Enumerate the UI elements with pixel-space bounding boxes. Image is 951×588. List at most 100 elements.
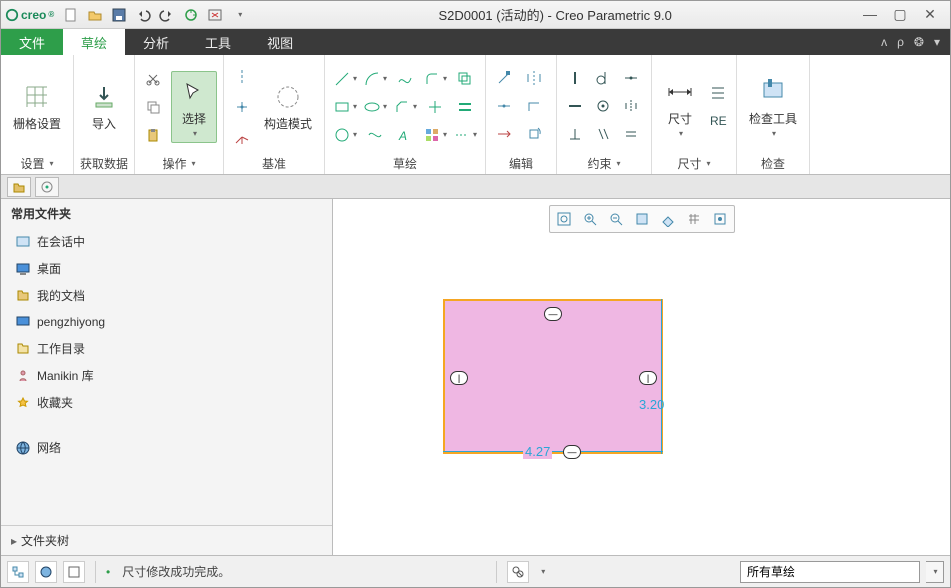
spline-tool[interactable] [391, 66, 419, 92]
modify-button[interactable] [492, 66, 516, 90]
delete-segment-button[interactable] [492, 122, 516, 146]
undo-button[interactable] [132, 4, 154, 26]
horizontal-constraint[interactable] [563, 94, 587, 118]
baseline-dim-button[interactable] [706, 81, 730, 105]
palette-tool[interactable]: ▾ [421, 122, 449, 148]
construction-mode-button[interactable]: 构造模式 [258, 77, 318, 136]
project-tool[interactable] [421, 94, 449, 120]
vertical-constraint[interactable] [563, 66, 587, 90]
maximize-button[interactable]: ▢ [890, 6, 910, 23]
chamfer-tool[interactable]: ▾ [391, 94, 419, 120]
selection-filter-drop[interactable]: ▾ [926, 561, 944, 583]
paste-button[interactable] [141, 123, 165, 147]
save-button[interactable] [108, 4, 130, 26]
tab-sketch[interactable]: 草绘 [63, 29, 125, 55]
folder-tree-header[interactable]: ▸文件夹树 [1, 525, 332, 555]
close-button[interactable]: ✕ [920, 6, 940, 23]
sidebar-item-manikin[interactable]: Manikin 库 [1, 362, 332, 389]
zoom-in-icon[interactable] [578, 208, 602, 230]
rotate-resize-button[interactable] [522, 122, 546, 146]
coincident-constraint[interactable] [591, 94, 615, 118]
tangent-constraint[interactable] [591, 66, 615, 90]
divide-button[interactable] [492, 94, 516, 118]
sidebar-item-desktop[interactable]: 桌面 [1, 255, 332, 282]
select-button[interactable]: 选择 ▾ [171, 71, 217, 143]
sidebar-item-network[interactable]: 网络 [1, 434, 332, 461]
help-icon[interactable]: ❂ [914, 35, 924, 49]
sb-find-icon[interactable] [507, 561, 529, 583]
dimension-x-value[interactable]: 4.27 [523, 444, 552, 459]
perpendicular-constraint[interactable] [563, 122, 587, 146]
folder-tab[interactable] [7, 177, 31, 197]
equal-constraint[interactable] [619, 122, 643, 146]
repaint-icon[interactable] [630, 208, 654, 230]
tab-tools[interactable]: 工具 [187, 29, 249, 55]
zoom-out-icon[interactable] [604, 208, 628, 230]
qat-dropdown[interactable]: ▾ [228, 4, 250, 26]
midpoint-constraint[interactable] [619, 66, 643, 90]
parallel-constraint[interactable] [591, 122, 615, 146]
group-datum-label: 基准 [262, 154, 286, 174]
regenerate-button[interactable] [180, 4, 202, 26]
sketcher-display-icon[interactable] [708, 208, 732, 230]
settings-dropdown-icon[interactable]: ▾ [934, 35, 940, 49]
import-button[interactable]: 导入 [82, 77, 126, 136]
centerline-sketch-tool[interactable]: ▾ [451, 122, 479, 148]
sb-full-icon[interactable] [63, 561, 85, 583]
mirror-button[interactable] [522, 66, 546, 90]
open-button[interactable] [84, 4, 106, 26]
cut-button[interactable] [141, 67, 165, 91]
search-commands-icon[interactable]: ρ [897, 35, 904, 49]
thicken-tool[interactable] [451, 94, 479, 120]
sb-tree-icon[interactable] [7, 561, 29, 583]
graphics-area[interactable]: 3.20 4.27 — | | — [333, 199, 950, 555]
display-style-icon[interactable] [656, 208, 680, 230]
sidebar-item-computer[interactable]: pengzhiyong [1, 309, 332, 335]
sb-find-drop[interactable]: ▾ [535, 561, 549, 583]
constraint-handle-right[interactable]: | [639, 371, 657, 385]
fillet-tool[interactable]: ▾ [421, 66, 449, 92]
copy-button[interactable] [141, 95, 165, 119]
inspect-button[interactable]: 检查工具 ▾ [743, 72, 803, 142]
constraint-handle-left[interactable]: | [450, 371, 468, 385]
sidebar-item-favorites[interactable]: 收藏夹 [1, 389, 332, 416]
sidebar-item-documents[interactable]: 我的文档 [1, 282, 332, 309]
sb-browser-icon[interactable] [35, 561, 57, 583]
sidebar-item-session[interactable]: 在会话中 [1, 228, 332, 255]
collapse-ribbon-icon[interactable]: ʌ [881, 35, 887, 49]
sidebar-item-workdir[interactable]: 工作目录 [1, 335, 332, 362]
arc-tool[interactable]: ▾ [361, 66, 389, 92]
coord-sys-button[interactable] [230, 125, 254, 149]
reference-dim-button[interactable]: REF [706, 109, 730, 133]
redo-button[interactable] [156, 4, 178, 26]
curve-tool[interactable] [361, 122, 389, 148]
minimize-button[interactable]: — [860, 6, 880, 23]
network-icon [15, 440, 31, 456]
sketch-rectangle[interactable] [443, 299, 663, 454]
corner-button[interactable] [522, 94, 546, 118]
rectangle-tool[interactable]: ▾ [331, 94, 359, 120]
circle-tool[interactable]: ▾ [331, 122, 359, 148]
dimension-button[interactable]: 尺寸 ▾ [658, 72, 702, 142]
tab-analysis[interactable]: 分析 [125, 29, 187, 55]
zoom-fit-icon[interactable] [552, 208, 576, 230]
grid-settings-button[interactable]: 栅格设置 [7, 77, 67, 136]
constraint-handle-top[interactable]: — [544, 307, 562, 321]
tab-view[interactable]: 视图 [249, 29, 311, 55]
tab-file[interactable]: 文件 [1, 29, 63, 55]
offset-tool[interactable] [451, 66, 479, 92]
new-button[interactable] [60, 4, 82, 26]
selection-filter[interactable]: 所有草绘 [740, 561, 920, 583]
ellipse-tool[interactable]: ▾ [361, 94, 389, 120]
model-tab[interactable] [35, 177, 59, 197]
text-tool[interactable]: A [391, 122, 419, 148]
centerline-button[interactable] [230, 65, 254, 89]
close-window-button[interactable] [204, 4, 226, 26]
line-tool[interactable]: ▾ [331, 66, 359, 92]
window-title: S2D0001 (活动的) - Creo Parametric 9.0 [250, 5, 860, 24]
constraint-handle-bottom[interactable]: — [563, 445, 581, 459]
point-button[interactable] [230, 95, 254, 119]
grid-toggle-icon[interactable] [682, 208, 706, 230]
dimension-y-value[interactable]: 3.20 [639, 397, 664, 412]
symmetric-constraint[interactable] [619, 94, 643, 118]
